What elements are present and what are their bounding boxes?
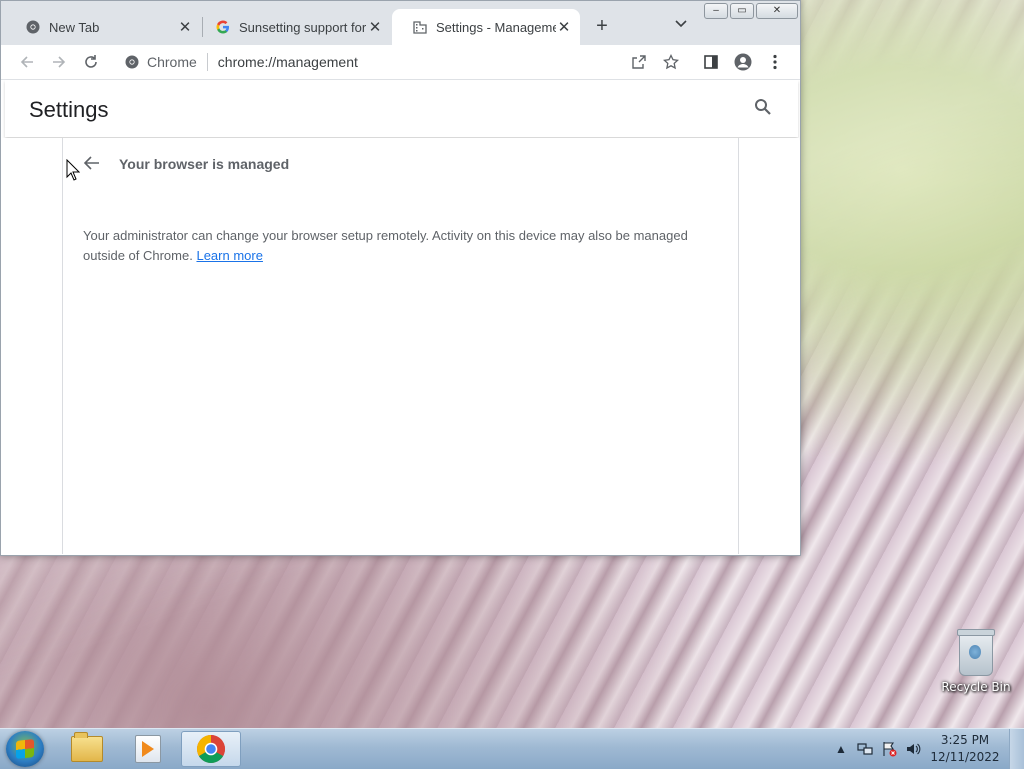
mouse-cursor-icon: [66, 158, 81, 186]
volume-icon[interactable]: [904, 740, 922, 758]
site-chip-label: Chrome: [147, 54, 197, 70]
search-icon[interactable]: [754, 98, 774, 118]
clock-date: 12/11/2022: [930, 750, 1000, 764]
tray-expand-icon[interactable]: ▲: [832, 740, 850, 758]
close-icon[interactable]: ✕: [367, 19, 383, 36]
media-player-icon: [135, 735, 161, 763]
taskbar-media-player[interactable]: [120, 731, 176, 767]
new-tab-button[interactable]: +: [591, 15, 613, 37]
back-button[interactable]: [15, 50, 39, 74]
tab-title: Settings - Management: [436, 19, 556, 35]
reload-button[interactable]: [79, 50, 103, 74]
bookmark-star-icon[interactable]: [659, 50, 683, 74]
tab-strip: New Tab ✕ Sunsetting support for ✕ Setti…: [1, 1, 800, 45]
minimize-button[interactable]: –: [704, 3, 728, 19]
section-heading: Your browser is managed: [119, 156, 290, 172]
close-icon[interactable]: ✕: [556, 19, 572, 36]
action-center-flag-icon[interactable]: [880, 740, 898, 758]
start-button[interactable]: [6, 731, 44, 767]
taskbar: ▲ 3:25 PM 12/11/2022: [0, 728, 1024, 769]
tab-sunsetting[interactable]: Sunsetting support for ✕: [195, 9, 391, 45]
chrome-icon: [197, 735, 225, 763]
show-desktop-button[interactable]: [1009, 729, 1024, 769]
google-icon: [215, 19, 231, 35]
chrome-icon: [125, 55, 139, 69]
window-controls: – ▭ ✕: [704, 3, 798, 19]
page-title: Settings: [29, 97, 109, 122]
profile-avatar-icon[interactable]: [731, 50, 755, 74]
recycle-bin-label: Recycle Bin: [941, 680, 1011, 694]
close-window-button[interactable]: ✕: [756, 3, 798, 19]
taskbar-explorer[interactable]: [59, 731, 115, 767]
url-text[interactable]: chrome://management: [218, 54, 358, 70]
taskbar-chrome[interactable]: [181, 731, 241, 767]
chrome-icon: [25, 19, 41, 35]
clock-time: 3:25 PM: [940, 733, 990, 747]
settings-header: Settings: [5, 80, 798, 137]
omnibox-divider: [206, 53, 208, 71]
system-tray: ▲ 3:25 PM 12/11/2022: [829, 729, 1024, 769]
description-text: Your administrator can change your brows…: [83, 228, 688, 263]
side-panel-icon[interactable]: [699, 50, 723, 74]
management-card: Your browser is managed Your administrat…: [62, 138, 739, 554]
browser-toolbar: Chrome chrome://management: [1, 45, 800, 80]
learn-more-link[interactable]: Learn more: [196, 248, 262, 263]
network-icon[interactable]: [856, 740, 874, 758]
recycle-bin-icon[interactable]: [957, 629, 995, 676]
taskbar-clock[interactable]: 3:25 PM 12/11/2022: [925, 732, 1005, 766]
tab-title: Sunsetting support for: [239, 19, 367, 35]
folder-icon: [71, 732, 103, 762]
building-icon: [412, 19, 428, 35]
close-icon[interactable]: ✕: [177, 19, 193, 36]
chevron-down-icon[interactable]: [671, 15, 691, 37]
share-icon[interactable]: [627, 50, 651, 74]
maximize-button[interactable]: ▭: [730, 3, 754, 19]
recycle-bin[interactable]: Recycle Bin: [940, 629, 1012, 694]
managed-description: Your administrator can change your brows…: [83, 226, 703, 266]
kebab-menu-icon[interactable]: [763, 50, 787, 74]
forward-button[interactable]: [47, 50, 71, 74]
tab-new-tab[interactable]: New Tab ✕: [5, 9, 201, 45]
back-arrow-icon[interactable]: [83, 154, 103, 174]
address-bar[interactable]: Chrome chrome://management: [113, 48, 703, 76]
tab-settings-management[interactable]: Settings - Management ✕: [392, 9, 580, 45]
site-chip[interactable]: Chrome: [113, 54, 197, 70]
tab-title: New Tab: [49, 19, 100, 35]
